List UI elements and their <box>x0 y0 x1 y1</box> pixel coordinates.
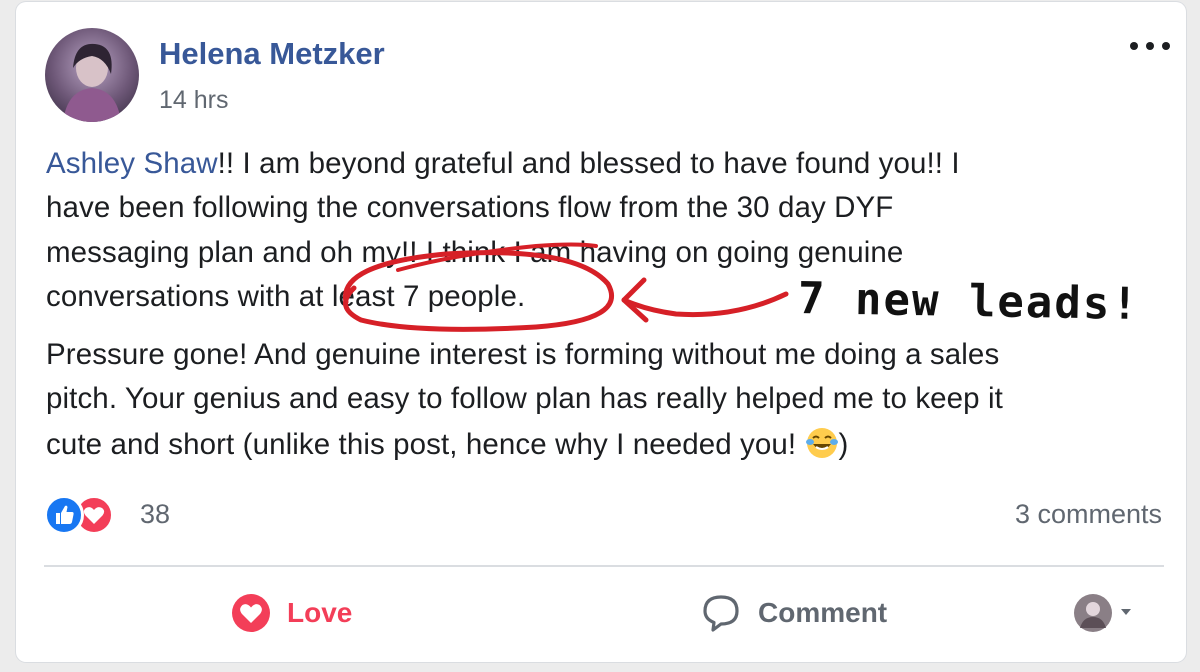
comment-button[interactable]: Comment <box>700 588 887 638</box>
divider <box>44 565 1164 567</box>
annotation-label: 7 new leads! <box>797 273 1141 330</box>
mention-link[interactable]: Ashley Shaw <box>46 147 218 180</box>
post-text-line: Ashley Shaw!! I am beyond grateful and b… <box>46 147 960 180</box>
comments-count-link[interactable]: 3 comments <box>1015 499 1162 530</box>
comment-icon <box>703 595 739 632</box>
post-text-line: messaging plan and oh my!! I think I am … <box>46 236 904 269</box>
post-author-name[interactable]: Helena Metzker <box>159 36 385 72</box>
post-text-line: pitch. Your genius and easy to follow pl… <box>46 382 1003 415</box>
reaction-count[interactable]: 38 <box>140 499 170 530</box>
post-text-line: have been following the conversations fl… <box>46 191 894 224</box>
heart-icon <box>232 594 270 632</box>
comment-button-label: Comment <box>758 597 888 628</box>
more-options-icon[interactable] <box>1128 32 1172 60</box>
love-button[interactable]: Love <box>231 588 352 638</box>
love-button-label: Love <box>287 597 353 628</box>
like-reaction-icon <box>44 495 84 535</box>
post-text-line: Pressure gone! And genuine interest is f… <box>46 338 1000 371</box>
annotation-arrow <box>621 291 789 318</box>
chevron-down-icon <box>1121 609 1131 615</box>
react-as-selector[interactable] <box>1073 592 1149 634</box>
annotation-arrowhead <box>621 277 649 323</box>
post-text-line: conversations with at least 7 people. <box>46 280 526 313</box>
avatar[interactable] <box>45 28 139 122</box>
post-card: Helena Metzker 14 hrs Ashley Shaw!! I am… <box>16 2 1186 662</box>
face-with-tears-of-joy-icon <box>805 426 839 460</box>
post-timestamp[interactable]: 14 hrs <box>159 86 228 115</box>
post-text-line: cute and short (unlike this post, hence … <box>46 426 849 461</box>
